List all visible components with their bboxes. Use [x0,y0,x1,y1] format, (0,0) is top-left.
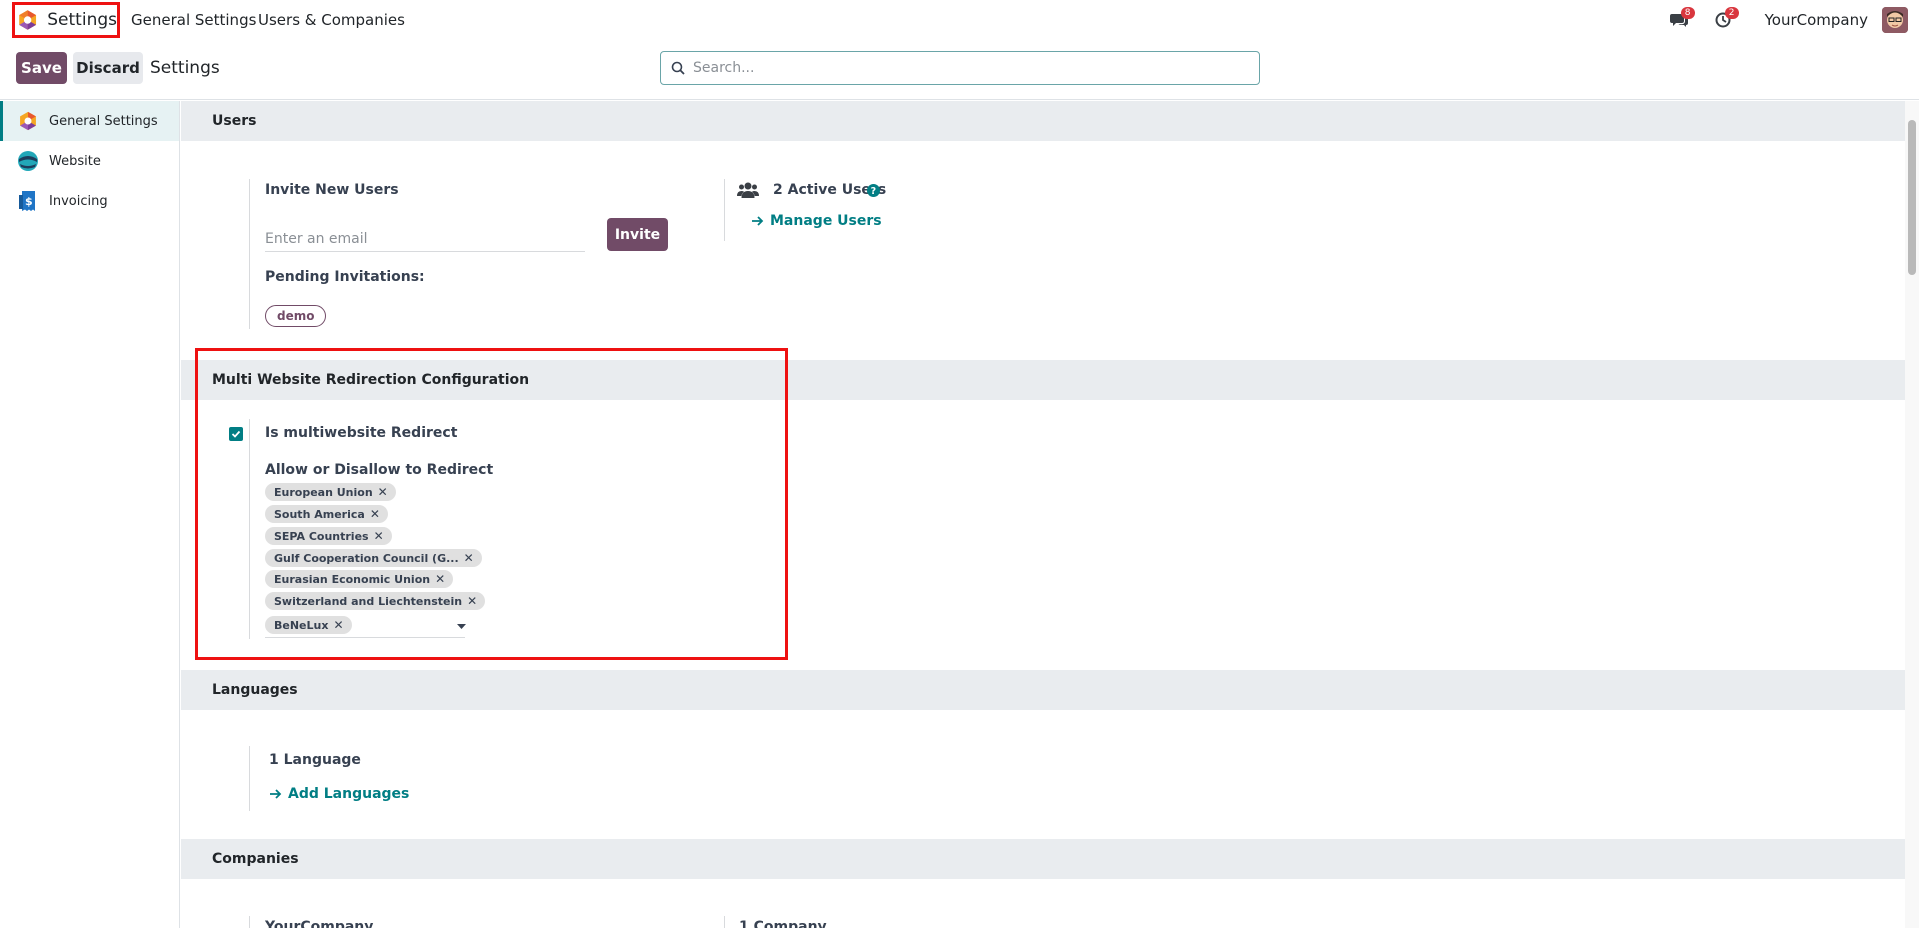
invite-email-input[interactable] [265,226,585,252]
invoicing-app-icon: $ [17,190,39,212]
sidebar-item-website[interactable]: Website [0,141,179,181]
language-count: 1 Language [269,752,361,768]
top-navbar: Settings General Settings Users & Compan… [0,0,1919,40]
settings-app-icon [19,10,37,30]
users-group-icon [737,182,759,198]
avatar-icon [1882,7,1908,33]
control-panel: Save Discard Settings [0,40,1919,100]
search-icon [671,61,685,75]
settings-content: Users Invite New Users Invite Pending In… [181,101,1905,928]
app-name: Settings [47,10,117,30]
activities-badge: 2 [1724,7,1739,19]
pending-invitations-title: Pending Invitations: [265,269,425,285]
highlight-box [195,348,788,660]
add-languages-link[interactable]: Add Languages [269,786,409,802]
scrollbar-thumb[interactable] [1908,120,1916,275]
sidebar-item-label: General Settings [49,113,158,129]
arrow-right-icon [752,216,764,226]
add-languages-label: Add Languages [288,786,410,802]
svg-text:$: $ [25,195,33,208]
invite-button[interactable]: Invite [607,218,668,251]
website-app-icon [17,150,39,172]
setting-divider [724,179,725,241]
sidebar-item-general-settings[interactable]: General Settings [0,101,179,141]
invite-users-title: Invite New Users [265,182,399,198]
setting-divider [249,746,250,811]
svg-text:?: ? [871,186,877,197]
company-name: YourCompany [265,919,374,928]
menu-users-companies[interactable]: Users & Companies [258,11,405,29]
help-icon[interactable]: ? [867,184,880,197]
setting-divider [724,916,725,928]
messages-button[interactable]: 8 [1665,6,1695,34]
sidebar-item-label: Invoicing [49,193,108,209]
save-button[interactable]: Save [16,52,67,84]
settings-app-icon [17,110,39,132]
setting-divider [249,916,250,928]
setting-divider [249,179,250,329]
manage-users-link[interactable]: Manage Users [751,213,882,229]
users-section-header: Users [181,101,1905,141]
settings-sidebar: General Settings Website $ Invoicing [0,101,180,928]
manage-users-label: Manage Users [770,213,882,229]
company-switcher[interactable]: YourCompany [1765,11,1868,29]
app-brand[interactable]: Settings [12,2,120,38]
sidebar-item-label: Website [49,153,101,169]
page-title: Settings [150,58,220,78]
languages-section-header: Languages [181,670,1905,710]
discard-button[interactable]: Discard [73,52,143,84]
pending-invitation-pill[interactable]: demo [265,305,327,327]
activities-button[interactable]: 2 [1709,6,1739,34]
search-bar[interactable] [660,51,1260,85]
messages-badge: 8 [1680,7,1695,19]
systray: 8 2 YourCompany [1665,0,1919,40]
search-input[interactable] [693,60,1253,76]
menu-general-settings[interactable]: General Settings [131,11,256,29]
user-avatar[interactable] [1882,7,1908,33]
sidebar-item-invoicing[interactable]: $ Invoicing [0,181,179,221]
arrow-right-icon [270,789,282,799]
companies-section-header: Companies [181,839,1905,879]
company-count: 1 Company [739,919,827,928]
